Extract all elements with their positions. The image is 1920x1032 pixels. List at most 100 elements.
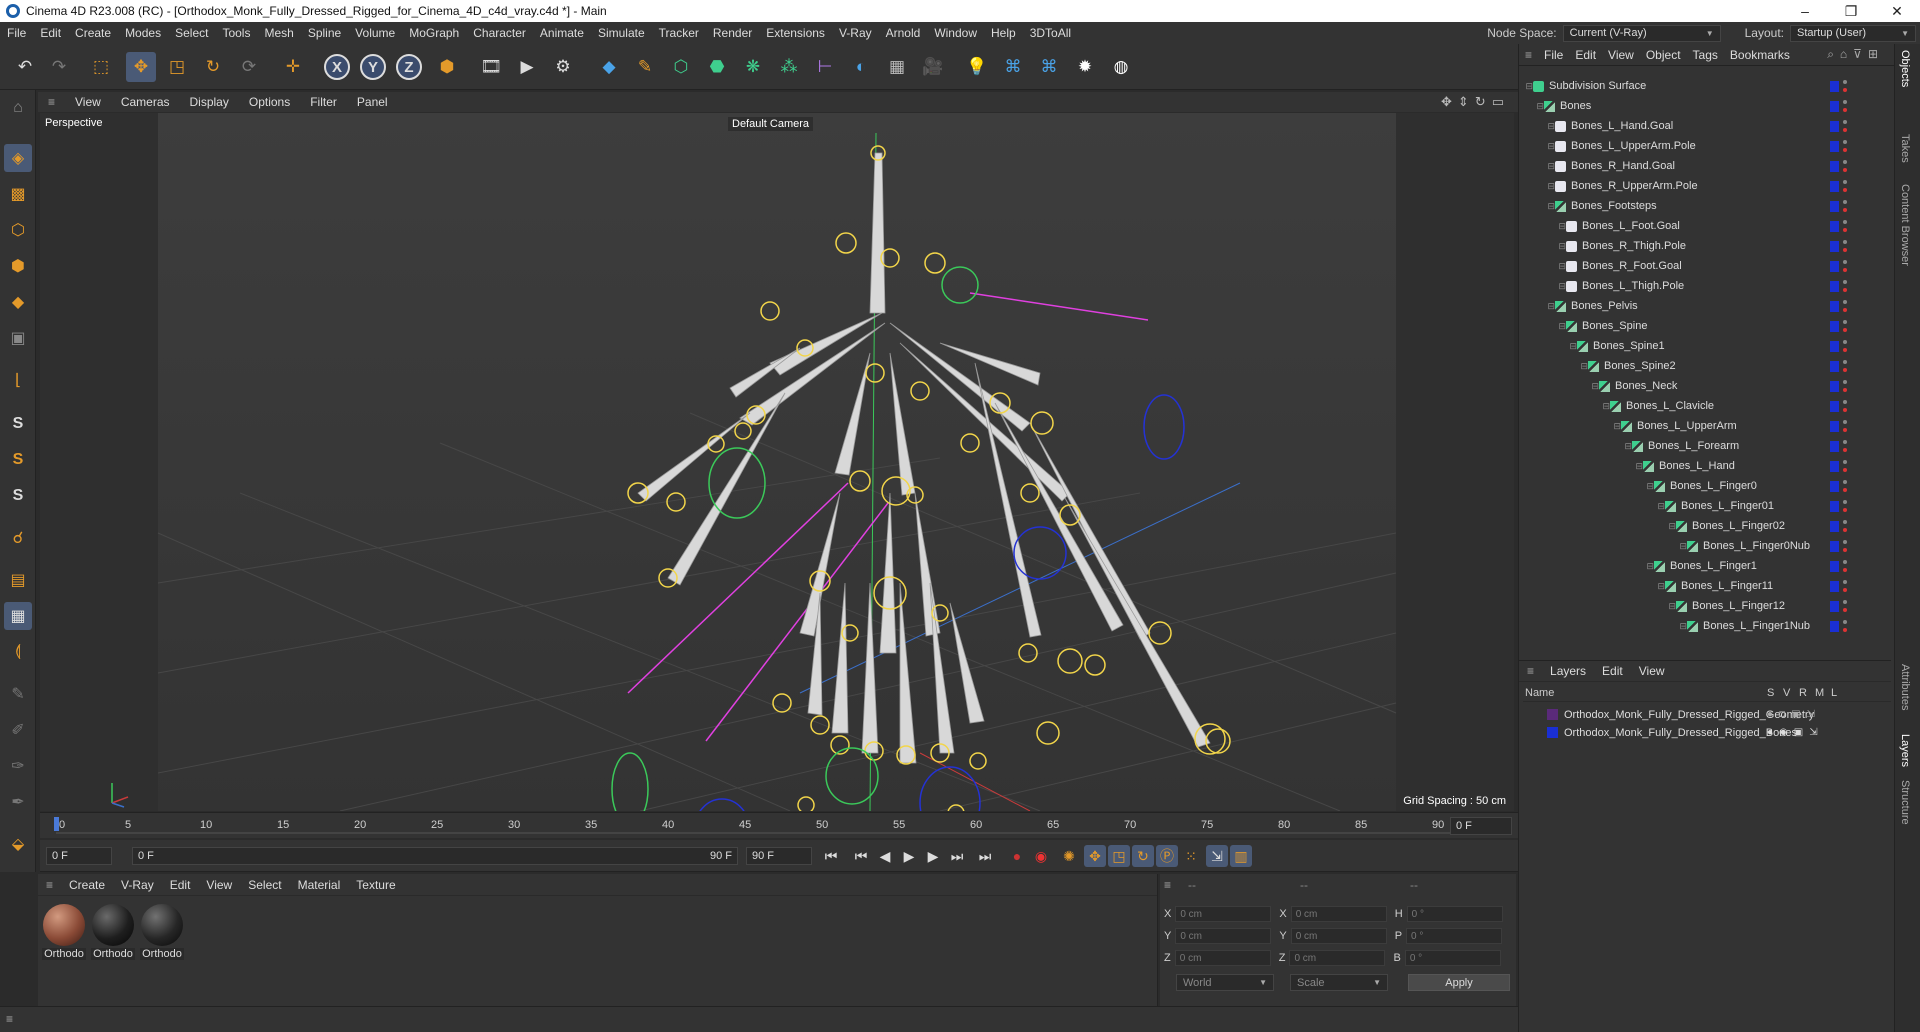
object-tree-row[interactable]: ⊟ Bones_L_Finger02 bbox=[1523, 516, 1891, 536]
layer-color-tag[interactable] bbox=[1830, 500, 1839, 512]
layer-color-tag[interactable] bbox=[1830, 340, 1839, 352]
menu-render[interactable]: Render bbox=[706, 26, 759, 40]
tree-expand-icon[interactable]: ⊟ bbox=[1523, 561, 1654, 572]
keyframe-selection-icon[interactable]: ✺ bbox=[1058, 845, 1080, 867]
visibility-dots-icon[interactable] bbox=[1843, 300, 1848, 312]
layer-toggle-icons[interactable]: ●◉▣⇲ bbox=[1767, 727, 1824, 738]
next-frame-icon[interactable]: ▶ bbox=[922, 845, 944, 867]
layer-color-tag[interactable] bbox=[1830, 180, 1839, 192]
tree-expand-icon[interactable]: ⊟ bbox=[1523, 621, 1687, 632]
object-tree-row[interactable]: ⊟ Bones_L_Foot.Goal bbox=[1523, 216, 1891, 236]
material-swatch[interactable]: Orthodo bbox=[140, 904, 184, 960]
tree-expand-icon[interactable]: ⊟ bbox=[1523, 541, 1687, 552]
viewport-menu-panel[interactable]: Panel bbox=[347, 95, 398, 109]
visibility-dots-icon[interactable] bbox=[1843, 520, 1848, 532]
material-menu-view[interactable]: View bbox=[198, 878, 240, 892]
material-menu-edit[interactable]: Edit bbox=[162, 878, 199, 892]
previous-key-icon[interactable]: ⏮ bbox=[850, 845, 872, 867]
tree-expand-icon[interactable]: ⊟ bbox=[1523, 441, 1632, 452]
tree-expand-icon[interactable]: ⊟ bbox=[1523, 321, 1566, 332]
layer-color-tag[interactable] bbox=[1830, 140, 1839, 152]
layer-color-tag[interactable] bbox=[1830, 420, 1839, 432]
tree-expand-icon[interactable]: ⊟ bbox=[1523, 421, 1621, 432]
key-parameter-icon[interactable]: Ⓟ bbox=[1156, 845, 1178, 867]
visibility-dots-icon[interactable] bbox=[1843, 320, 1848, 332]
tree-expand-icon[interactable]: ⊟ bbox=[1523, 141, 1555, 152]
object-tree-row[interactable]: ⊟ Bones_L_Forearm bbox=[1523, 436, 1891, 456]
object-tree-row[interactable]: ⊟ Bones_L_Finger01 bbox=[1523, 496, 1891, 516]
close-button[interactable]: ✕ bbox=[1874, 3, 1920, 20]
hamburger-icon[interactable]: ≡ bbox=[1519, 664, 1542, 678]
floor-icon[interactable]: ▦ bbox=[882, 52, 912, 82]
weight-icon[interactable]: ✒ bbox=[4, 788, 32, 816]
visibility-dots-icon[interactable] bbox=[1843, 560, 1848, 572]
layer-color-tag[interactable] bbox=[1830, 560, 1839, 572]
menu-mesh[interactable]: Mesh bbox=[257, 26, 300, 40]
object-tree-row[interactable]: ⊟ Bones_L_Hand.Goal bbox=[1523, 116, 1891, 136]
snap-icon[interactable]: S bbox=[4, 410, 32, 438]
layer-color-tag[interactable] bbox=[1830, 620, 1839, 632]
layer-color-tag[interactable] bbox=[1830, 520, 1839, 532]
viewport-menu-display[interactable]: Display bbox=[180, 95, 239, 109]
polygons-mode-icon[interactable]: ◆ bbox=[4, 288, 32, 316]
material-menu-vray[interactable]: V-Ray bbox=[113, 878, 162, 892]
menu-animate[interactable]: Animate bbox=[533, 26, 591, 40]
menu-volume[interactable]: Volume bbox=[348, 26, 402, 40]
layer-color-tag[interactable] bbox=[1830, 240, 1839, 252]
visibility-dots-icon[interactable] bbox=[1843, 360, 1848, 372]
visibility-dots-icon[interactable] bbox=[1843, 240, 1848, 252]
make-editable-icon[interactable]: ⌂ bbox=[4, 94, 32, 122]
visibility-dots-icon[interactable] bbox=[1843, 100, 1848, 112]
frame-range-slider[interactable]: 0 F 90 F bbox=[132, 847, 738, 865]
object-tree-row[interactable]: ⊟ Bones_Spine2 bbox=[1523, 356, 1891, 376]
layer-color-tag[interactable] bbox=[1830, 440, 1839, 452]
object-menu-file[interactable]: File bbox=[1538, 48, 1569, 62]
viewport-menu-cameras[interactable]: Cameras bbox=[111, 95, 180, 109]
live-selection-icon[interactable]: ⬚ bbox=[86, 52, 116, 82]
object-tree-row[interactable]: ⊟ Bones_Pelvis bbox=[1523, 296, 1891, 316]
object-tree-row[interactable]: ⊟ Bones_L_UpperArm bbox=[1523, 416, 1891, 436]
visibility-dots-icon[interactable] bbox=[1843, 380, 1848, 392]
maximize-button[interactable]: ❐ bbox=[1828, 3, 1874, 20]
workplane-icon[interactable]: ▤ bbox=[4, 566, 32, 594]
visibility-dots-icon[interactable] bbox=[1843, 160, 1848, 172]
tree-expand-icon[interactable]: ⊟ bbox=[1523, 361, 1588, 372]
next-key-icon[interactable]: ⏭ bbox=[946, 845, 968, 867]
object-tree-row[interactable]: ⊟ Bones_R_Hand.Goal bbox=[1523, 156, 1891, 176]
material-menu-select[interactable]: Select bbox=[240, 878, 289, 892]
layer-color-tag[interactable] bbox=[1830, 200, 1839, 212]
tree-expand-icon[interactable]: ⊟ bbox=[1523, 601, 1676, 612]
axis-z-lock[interactable]: Z bbox=[396, 54, 422, 80]
end-frame-field[interactable]: 90 F bbox=[746, 847, 812, 865]
magnet-icon[interactable]: ☌ bbox=[4, 524, 32, 552]
layer-color-tag[interactable] bbox=[1830, 460, 1839, 472]
visibility-dots-icon[interactable] bbox=[1843, 540, 1848, 552]
recent-tools-icon[interactable]: ⟳ bbox=[234, 52, 264, 82]
edges-mode-icon[interactable]: ⬢ bbox=[4, 252, 32, 280]
tree-expand-icon[interactable]: ⊟ bbox=[1523, 101, 1544, 112]
rotation-p-field[interactable]: 0 ° bbox=[1406, 928, 1503, 944]
material-swatch[interactable]: Orthodo bbox=[42, 904, 86, 960]
camera-icon[interactable]: 🎥 bbox=[918, 52, 948, 82]
tree-expand-icon[interactable]: ⊟ bbox=[1523, 381, 1599, 392]
layer-color-tag[interactable] bbox=[1830, 120, 1839, 132]
menu-edit[interactable]: Edit bbox=[33, 26, 68, 40]
deformer-icon[interactable]: ⊢ bbox=[810, 52, 840, 82]
layer-color-tag[interactable] bbox=[1830, 100, 1839, 112]
menu-simulate[interactable]: Simulate bbox=[591, 26, 652, 40]
tree-expand-icon[interactable]: ⊟ bbox=[1523, 241, 1566, 252]
autokey-icon[interactable]: ◉ bbox=[1030, 845, 1052, 867]
viewport-menu-view[interactable]: View bbox=[65, 95, 111, 109]
axis-y-lock[interactable]: Y bbox=[360, 54, 386, 80]
timeline-ruler[interactable]: 0 5 10 15 20 25 30 35 40 45 50 55 60 65 … bbox=[40, 812, 1518, 838]
menu-character[interactable]: Character bbox=[466, 26, 533, 40]
layer-color-tag[interactable] bbox=[1830, 400, 1839, 412]
tree-expand-icon[interactable]: ⊟ bbox=[1523, 181, 1555, 192]
layer-color-tag[interactable] bbox=[1830, 300, 1839, 312]
move-icon[interactable]: ✥ bbox=[126, 52, 156, 82]
material-swatch[interactable]: Orthodo bbox=[91, 904, 135, 960]
layer-color-tag[interactable] bbox=[1830, 260, 1839, 272]
object-tree-row[interactable]: ⊟ Bones_R_Thigh.Pole bbox=[1523, 236, 1891, 256]
visibility-dots-icon[interactable] bbox=[1843, 480, 1848, 492]
menu-select[interactable]: Select bbox=[168, 26, 215, 40]
